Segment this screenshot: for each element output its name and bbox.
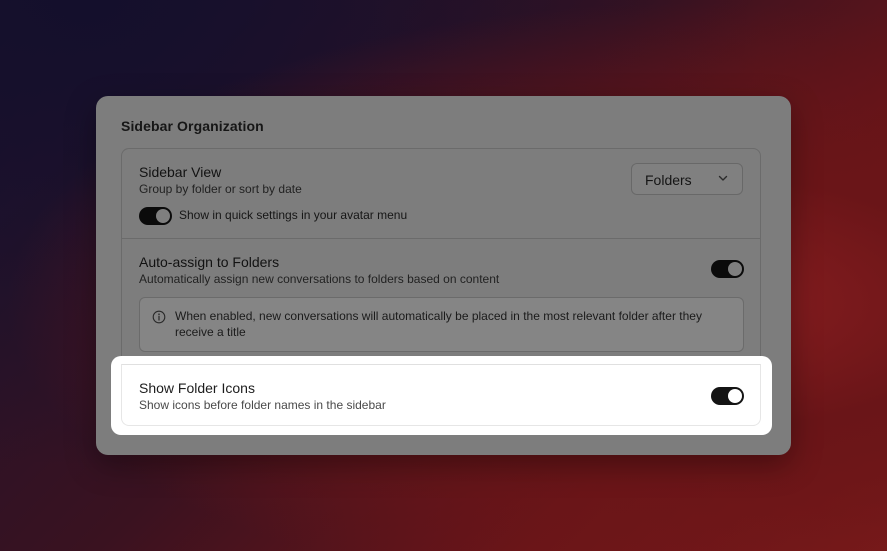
folder-icons-description: Show icons before folder names in the si… (139, 398, 386, 412)
auto-assign-info-text: When enabled, new conversations will aut… (175, 309, 702, 339)
quick-settings-label: Show in quick settings in your avatar me… (179, 208, 408, 222)
highlighted-folder-icons-row: Show Folder Icons Show icons before fold… (111, 356, 772, 435)
folder-icons-toggle[interactable] (711, 387, 744, 405)
auto-assign-title: Auto-assign to Folders (139, 254, 280, 270)
divider (122, 238, 760, 239)
sidebar-view-title: Sidebar View (139, 164, 222, 180)
chevron-down-icon (718, 175, 728, 181)
auto-assign-description: Automatically assign new conversations t… (139, 272, 500, 286)
sidebar-view-dropdown[interactable]: Folders (631, 163, 743, 195)
auto-assign-info-box: When enabled, new conversations will aut… (139, 297, 744, 352)
toggle-knob (728, 389, 742, 403)
sidebar-view-selected: Folders (645, 172, 692, 188)
sidebar-view-description: Group by folder or sort by date (139, 182, 302, 196)
toggle-knob (156, 209, 170, 223)
section-title: Sidebar Organization (121, 118, 264, 134)
info-icon (152, 310, 166, 324)
folder-icons-title: Show Folder Icons (139, 380, 255, 396)
auto-assign-toggle[interactable] (711, 260, 744, 278)
folder-icons-row: Show Folder Icons Show icons before fold… (121, 364, 761, 426)
toggle-knob (728, 262, 742, 276)
quick-settings-toggle[interactable] (139, 207, 172, 225)
